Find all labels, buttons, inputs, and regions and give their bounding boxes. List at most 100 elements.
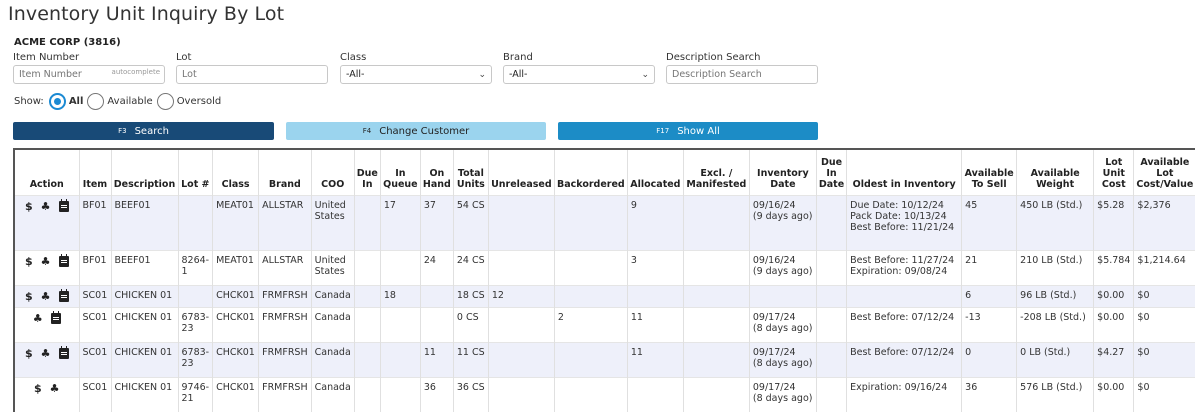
- class-label: Class: [340, 52, 367, 63]
- description-search-input[interactable]: [666, 65, 818, 84]
- change-customer-key-hint: F4: [362, 127, 372, 135]
- cell-brand: FRMFRSH: [258, 341, 312, 377]
- show-all-button[interactable]: F17 Show All: [558, 122, 818, 140]
- cell-excl: [682, 284, 750, 307]
- table-row[interactable]: $ ♣ SC01 CHICKEN 01 6783-23 CHCK01 FRMFRSH Cana…: [13, 341, 1196, 377]
- dollar-icon[interactable]: $: [25, 290, 33, 303]
- cell-lot-unit-cost: $5.784: [1093, 249, 1134, 285]
- cell-oldest: Best Before: 07/12/24: [846, 341, 962, 377]
- cell-backordered: [553, 284, 628, 307]
- cell-coo: United States: [310, 249, 355, 285]
- cell-backordered: 2: [553, 306, 628, 342]
- cell-oldest: Due Date: 10/12/24 Pack Date: 10/13/24 Bes…: [846, 194, 962, 250]
- pallets-icon[interactable]: ♣: [41, 200, 51, 213]
- radio-selected-icon: [48, 93, 66, 110]
- cell-brand: ALLSTAR: [258, 249, 312, 285]
- col-available-to-sell[interactable]: Available To Sell: [961, 149, 1017, 195]
- cell-excl: [682, 341, 750, 377]
- cell-due-in-date: [815, 194, 847, 250]
- col-due-in[interactable]: Due In: [353, 149, 381, 195]
- cell-in-queue: [379, 306, 421, 342]
- dollar-icon[interactable]: $: [34, 382, 42, 395]
- cell-unreleased: [487, 341, 555, 377]
- cell-available-to-sell: 21: [961, 249, 1017, 285]
- cell-description: CHICKEN 01: [110, 306, 178, 342]
- table-row[interactable]: $ ♣ SC01 CHICKEN 01 CHCK01 FRMFRSH Canada 18 18 …: [13, 284, 1196, 307]
- dollar-icon[interactable]: $: [25, 255, 33, 268]
- col-brand[interactable]: Brand: [258, 149, 312, 195]
- cell-class: CHCK01: [212, 306, 259, 342]
- show-oversold-radio[interactable]: Oversold: [156, 93, 221, 110]
- cell-inventory-date: 09/17/24 (8 days ago): [748, 306, 817, 342]
- col-item[interactable]: Item: [78, 149, 111, 195]
- col-lot-value[interactable]: Available Lot Cost/Value: [1133, 149, 1196, 195]
- cell-excl: [682, 194, 750, 250]
- pallets-icon[interactable]: ♣: [41, 255, 51, 268]
- table-row[interactable]: ♣ SC01 CHICKEN 01 6783-23 CHCK01 FRMFRSH Canad…: [13, 306, 1196, 342]
- action-cell: $ ♣: [13, 249, 79, 285]
- class-select[interactable]: -All- ⌄: [340, 65, 492, 84]
- cell-total-units: 0 CS: [452, 306, 489, 342]
- pallets-icon[interactable]: ♣: [33, 312, 43, 325]
- calendar-icon[interactable]: [50, 311, 61, 324]
- table-row[interactable]: $ ♣ SC01 CHICKEN 01 9746-21 CHCK01 FRMFRSH Cana…: [13, 376, 1196, 412]
- col-available-weight[interactable]: Available Weight: [1016, 149, 1094, 195]
- col-due-in-date[interactable]: Due In Date: [815, 149, 847, 195]
- col-excl-manifested[interactable]: Excl. / Manifested: [682, 149, 750, 195]
- col-lot-unit-cost[interactable]: Lot Unit Cost: [1093, 149, 1134, 195]
- table-row[interactable]: $ ♣ BF01 BEEF01 8264-1 MEAT01 ALLSTAR United St…: [13, 249, 1196, 285]
- pallets-icon[interactable]: ♣: [41, 347, 51, 360]
- col-lot[interactable]: Lot #: [177, 149, 213, 195]
- show-available-radio[interactable]: Available: [87, 93, 153, 110]
- calendar-icon[interactable]: [58, 199, 69, 212]
- cell-unreleased: [487, 249, 555, 285]
- calendar-icon[interactable]: [58, 254, 69, 267]
- col-on-hand[interactable]: On Hand: [419, 149, 454, 195]
- cell-item: SC01: [78, 284, 111, 307]
- calendar-icon[interactable]: [58, 346, 69, 359]
- pallets-icon[interactable]: ♣: [41, 290, 51, 303]
- show-all-radio[interactable]: All: [48, 93, 83, 110]
- col-description[interactable]: Description: [110, 149, 178, 195]
- col-backordered[interactable]: Backordered: [553, 149, 628, 195]
- cell-class: MEAT01: [212, 194, 259, 250]
- cell-in-queue: [379, 249, 421, 285]
- change-customer-button[interactable]: F4 Change Customer: [286, 122, 546, 140]
- col-in-queue[interactable]: In Queue: [379, 149, 421, 195]
- autocomplete-hint: autocomplete: [111, 68, 160, 76]
- cell-in-queue: [379, 376, 421, 412]
- calendar-icon[interactable]: [58, 289, 69, 302]
- cell-excl: [682, 306, 750, 342]
- cell-lot-value: $0: [1133, 341, 1196, 377]
- cell-backordered: [553, 249, 628, 285]
- lot-input[interactable]: [176, 65, 328, 84]
- item-number-group: Item Number autocomplete: [13, 52, 165, 84]
- col-inventory-date[interactable]: Inventory Date: [748, 149, 817, 195]
- col-allocated[interactable]: Allocated: [626, 149, 684, 195]
- cell-available-to-sell: 36: [961, 376, 1017, 412]
- dollar-icon[interactable]: $: [25, 200, 33, 213]
- cell-available-weight: -208 LB (Std.): [1016, 306, 1094, 342]
- col-coo[interactable]: COO: [310, 149, 355, 195]
- col-oldest[interactable]: Oldest in Inventory: [846, 149, 962, 195]
- cell-oldest: Best Before: 07/12/24: [846, 306, 962, 342]
- brand-select[interactable]: -All- ⌄: [503, 65, 655, 84]
- cell-in-queue: [379, 341, 421, 377]
- col-class[interactable]: Class: [212, 149, 259, 195]
- dollar-icon[interactable]: $: [25, 347, 33, 360]
- cell-due-in: [353, 249, 381, 285]
- cell-on-hand: [419, 306, 454, 342]
- table-row[interactable]: $ ♣ BF01 BEEF01 MEAT01 ALLSTAR United States 17…: [13, 194, 1196, 250]
- col-total-units[interactable]: Total Units: [452, 149, 489, 195]
- action-cell: $ ♣: [13, 376, 79, 412]
- cell-brand: ALLSTAR: [258, 194, 312, 250]
- cell-lot-value: $0: [1133, 306, 1196, 342]
- search-button[interactable]: F3 Search: [13, 122, 274, 140]
- cell-lot: 6783-23: [177, 341, 213, 377]
- pallets-icon[interactable]: ♣: [50, 382, 60, 395]
- cell-on-hand: 36: [419, 376, 454, 412]
- col-unreleased[interactable]: Unreleased: [487, 149, 555, 195]
- cell-available-weight: 96 LB (Std.): [1016, 284, 1094, 307]
- cell-due-in-date: [815, 249, 847, 285]
- radio-icon: [87, 93, 105, 110]
